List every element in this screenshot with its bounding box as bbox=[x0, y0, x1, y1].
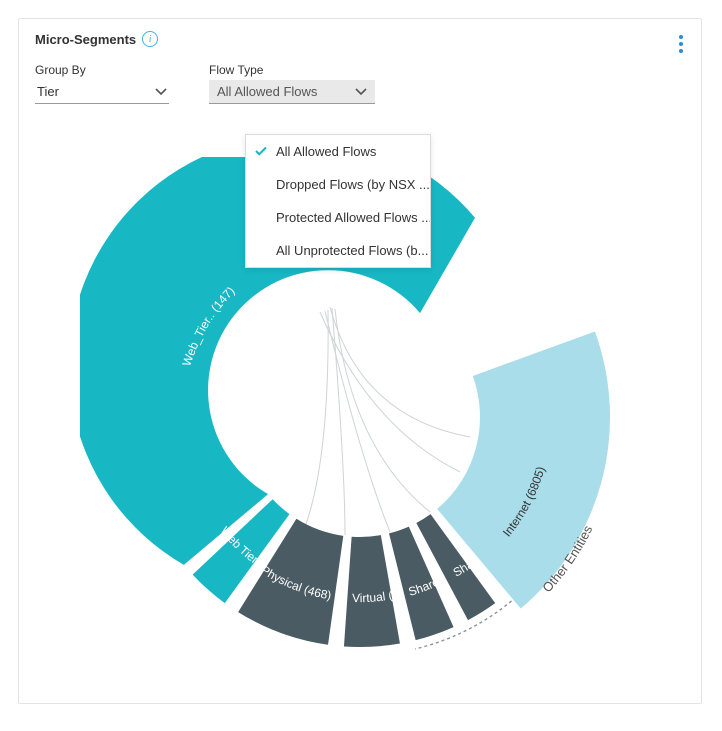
chevron-down-icon bbox=[355, 88, 367, 96]
flow-type-control: Flow Type All Allowed Flows bbox=[209, 63, 375, 104]
group-by-control: Group By Tier bbox=[35, 63, 169, 104]
kebab-menu-icon[interactable] bbox=[673, 29, 689, 59]
chord-lines bbox=[305, 307, 470, 535]
flow-type-select[interactable]: All Allowed Flows bbox=[209, 80, 375, 104]
card-header: Micro-Segments i bbox=[19, 19, 701, 59]
flow-type-option-label: All Allowed Flows bbox=[276, 144, 376, 159]
flow-type-option[interactable]: All Allowed Flows bbox=[246, 135, 430, 168]
flow-type-option[interactable]: All Unprotected Flows (b... bbox=[246, 234, 430, 267]
flow-type-option-label: All Unprotected Flows (b... bbox=[276, 243, 428, 258]
flow-type-option-label: Protected Allowed Flows ... bbox=[276, 210, 430, 225]
controls-row: Group By Tier Flow Type All Allowed Flow… bbox=[19, 59, 701, 104]
chevron-down-icon bbox=[155, 88, 167, 96]
flow-type-dropdown: All Allowed Flows Dropped Flows (by NSX … bbox=[245, 134, 431, 268]
flow-type-label: Flow Type bbox=[209, 63, 375, 77]
group-by-label: Group By bbox=[35, 63, 169, 77]
info-icon[interactable]: i bbox=[142, 31, 158, 47]
flow-type-option[interactable]: Dropped Flows (by NSX ... bbox=[246, 168, 430, 201]
card-title: Micro-Segments bbox=[35, 32, 136, 47]
micro-segments-card: Micro-Segments i Group By Tier Flow Type… bbox=[18, 18, 702, 704]
flow-type-option[interactable]: Protected Allowed Flows ... bbox=[246, 201, 430, 234]
group-by-select[interactable]: Tier bbox=[35, 80, 169, 104]
flow-type-value: All Allowed Flows bbox=[217, 84, 317, 99]
check-icon bbox=[254, 144, 268, 161]
group-by-value: Tier bbox=[37, 84, 59, 99]
flow-type-option-label: Dropped Flows (by NSX ... bbox=[276, 177, 430, 192]
